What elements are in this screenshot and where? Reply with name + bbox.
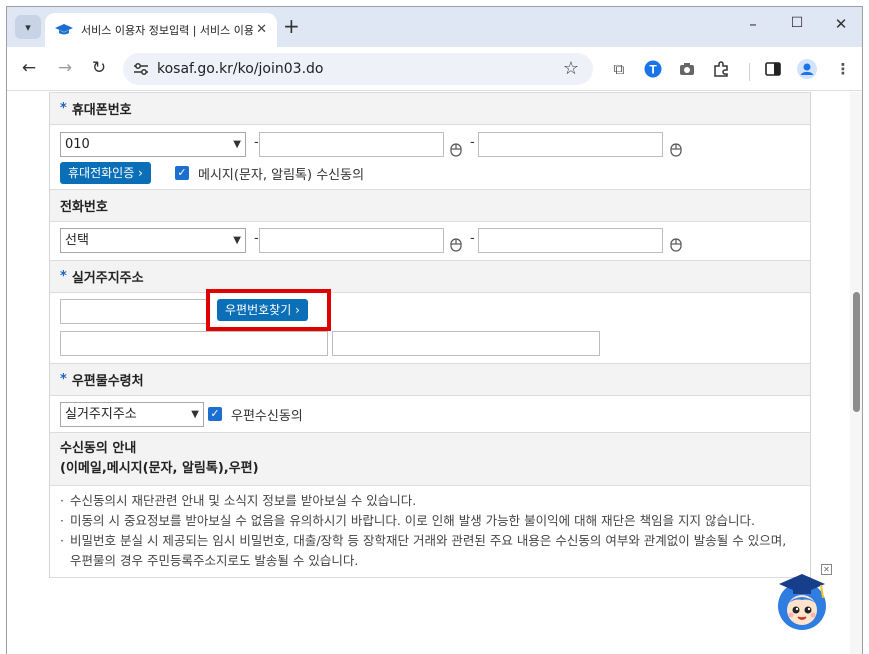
browser-tab[interactable]: 서비스 이용자 정보입력 | 서비스 이용 ✕ — [45, 13, 277, 47]
mail-consent-label: 우편수신동의 — [231, 409, 303, 424]
maximize-button[interactable]: ☐ — [787, 15, 807, 31]
bookmark-star-icon[interactable]: ☆ — [563, 58, 579, 79]
profile-avatar-icon[interactable] — [797, 59, 817, 79]
camera-icon[interactable] — [677, 59, 697, 79]
back-arrow-icon[interactable]: ← — [17, 57, 41, 79]
dash: - — [254, 231, 259, 246]
mobile-verify-button[interactable]: 휴대전화인증 › — [60, 162, 151, 184]
notice-item-text: 수신동의시 재단관련 안내 및 소식지 정보를 받아보실 수 있습니다. — [70, 493, 417, 508]
chevron-down-icon: ▼ — [191, 409, 199, 420]
menu-kebab-icon[interactable]: ⋮ — [833, 59, 853, 79]
mouse-icon — [450, 238, 462, 252]
tab-title: 서비스 이용자 정보입력 | 서비스 이용 — [81, 24, 253, 37]
postcode-input[interactable] — [60, 299, 210, 324]
chevron-right-icon: › — [138, 166, 143, 180]
notice-heading: 수신동의 안내 (이메일,메시지(문자, 알림톡),우편) — [50, 432, 810, 486]
signup-form: * 휴대폰번호 010 ▼ - - 휴대전화인증 › ✓ 메시지(문자, 알림톡… — [49, 92, 811, 578]
notice-heading-line2: (이메일,메시지(문자, 알림톡),우편) — [60, 461, 259, 476]
mail-recipient-heading: * 우편물수령처 — [50, 363, 810, 396]
chevron-right-icon: › — [295, 303, 300, 317]
mobile-middle-input[interactable] — [259, 132, 444, 157]
mobile-consent-label: 메시지(문자, 알림톡) 수신동의 — [198, 168, 365, 183]
svg-text:T: T — [649, 63, 657, 77]
chatbot-mascot[interactable] — [773, 570, 831, 632]
mouse-icon — [450, 143, 462, 157]
mobile-prefix-select[interactable]: 010 ▼ — [60, 132, 246, 157]
mobile-row: 010 ▼ - - 휴대전화인증 › ✓ 메시지(문자, 알림톡) 수신동의 — [50, 125, 810, 189]
address-heading: * 실거주지주소 — [50, 260, 810, 293]
notice-item: · 비밀번호 분실 시 제공되는 임시 비밀번호, 대출/장학 등 장학재단 거래… — [60, 531, 800, 571]
address-row: 우편번호찾기 › — [50, 289, 810, 363]
mobile-heading-text: 휴대폰번호 — [71, 103, 132, 118]
postcode-search-label: 우편번호찾기 — [225, 303, 292, 317]
notice-list: · 수신동의시 재단관련 안내 및 소식지 정보를 받아보실 수 있습니다. · 미… — [50, 486, 810, 578]
reload-icon[interactable]: ↻ — [87, 57, 111, 79]
postcode-search-button[interactable]: 우편번호찾기 › — [217, 299, 308, 321]
notice-heading-line1: 수신동의 안내 — [60, 441, 137, 456]
mobile-prefix-value: 010 — [65, 137, 90, 152]
address-line1-input[interactable] — [60, 331, 328, 356]
notice-item-text: 비밀번호 분실 시 제공되는 임시 비밀번호, 대출/장학 등 장학재단 거래와… — [70, 533, 787, 568]
phone-heading: 전화번호 — [50, 189, 810, 222]
chevron-down-icon: ▾ — [25, 20, 31, 34]
mail-recipient-value: 실거주지주소 — [65, 407, 137, 422]
tab-strip: ▾ 서비스 이용자 정보입력 | 서비스 이용 ✕ + – ☐ ✕ — [7, 7, 862, 47]
mouse-icon — [670, 238, 682, 252]
phone-prefix-value: 선택 — [65, 233, 89, 248]
notice-item-text: 미동의 시 중요정보를 받아보실 수 없음을 유의하시기 바랍니다. 이로 인해… — [70, 513, 755, 528]
minimize-button[interactable]: – — [743, 15, 763, 33]
mobile-verify-label: 휴대전화인증 — [68, 166, 135, 180]
translate-extension-icon[interactable]: T — [643, 59, 663, 79]
chevron-down-icon: ▼ — [233, 139, 241, 150]
phone-row: 선택 ▼ - - — [50, 222, 810, 260]
chevron-down-icon: ▼ — [233, 235, 241, 246]
forward-arrow-icon[interactable]: → — [53, 57, 77, 79]
mail-consent-checkbox[interactable]: ✓ — [208, 407, 222, 421]
required-mark: * — [60, 372, 67, 387]
side-panel-icon[interactable] — [763, 59, 783, 79]
mail-recipient-row: 실거주지주소 ▼ ✓ 우편수신동의 — [50, 396, 810, 432]
close-window-button[interactable]: ✕ — [831, 15, 851, 33]
browser-window: ▾ 서비스 이용자 정보입력 | 서비스 이용 ✕ + – ☐ ✕ ← → ↻ … — [6, 6, 863, 654]
site-settings-icon[interactable] — [131, 59, 151, 79]
phone-heading-text: 전화번호 — [60, 200, 108, 215]
phone-prefix-select[interactable]: 선택 ▼ — [60, 228, 246, 253]
url-text: kosaf.go.kr/ko/join03.do — [157, 61, 324, 77]
mouse-icon — [670, 143, 682, 157]
page-content: * 휴대폰번호 010 ▼ - - 휴대전화인증 › ✓ 메시지(문자, 알림톡… — [7, 92, 862, 654]
phone-last-input[interactable] — [478, 228, 663, 253]
address-bar[interactable]: kosaf.go.kr/ko/join03.do ☆ — [123, 53, 593, 85]
page-scrollbar[interactable] — [850, 92, 862, 654]
copy-icon[interactable]: ⧉ — [609, 59, 629, 79]
scrollbar-thumb[interactable] — [853, 292, 860, 412]
toolbar-divider — [749, 63, 750, 81]
phone-middle-input[interactable] — [259, 228, 444, 253]
address-heading-text: 실거주지주소 — [71, 271, 144, 286]
mobile-last-input[interactable] — [478, 132, 663, 157]
dash: - — [254, 135, 259, 150]
required-mark: * — [60, 101, 67, 116]
notice-item: · 수신동의시 재단관련 안내 및 소식지 정보를 받아보실 수 있습니다. — [60, 491, 800, 511]
required-mark: * — [60, 269, 67, 284]
mobile-heading: * 휴대폰번호 — [50, 92, 810, 125]
mail-recipient-select[interactable]: 실거주지주소 ▼ — [60, 402, 204, 427]
mail-recipient-heading-text: 우편물수령처 — [71, 374, 144, 389]
browser-toolbar: ← → ↻ kosaf.go.kr/ko/join03.do ☆ ⧉ T ⋮ — [7, 47, 862, 91]
new-tab-button[interactable]: + — [283, 15, 300, 37]
extensions-puzzle-icon[interactable] — [711, 59, 731, 79]
tab-close-icon[interactable]: ✕ — [256, 22, 267, 37]
dash: - — [470, 135, 475, 150]
address-line2-input[interactable] — [332, 331, 600, 356]
graduation-cap-icon — [55, 23, 73, 37]
dash: - — [470, 231, 475, 246]
tab-search-button[interactable]: ▾ — [15, 15, 41, 39]
mobile-consent-checkbox[interactable]: ✓ — [175, 166, 189, 180]
notice-item: · 미동의 시 중요정보를 받아보실 수 없음을 유의하시기 바랍니다. 이로 인… — [60, 511, 800, 531]
